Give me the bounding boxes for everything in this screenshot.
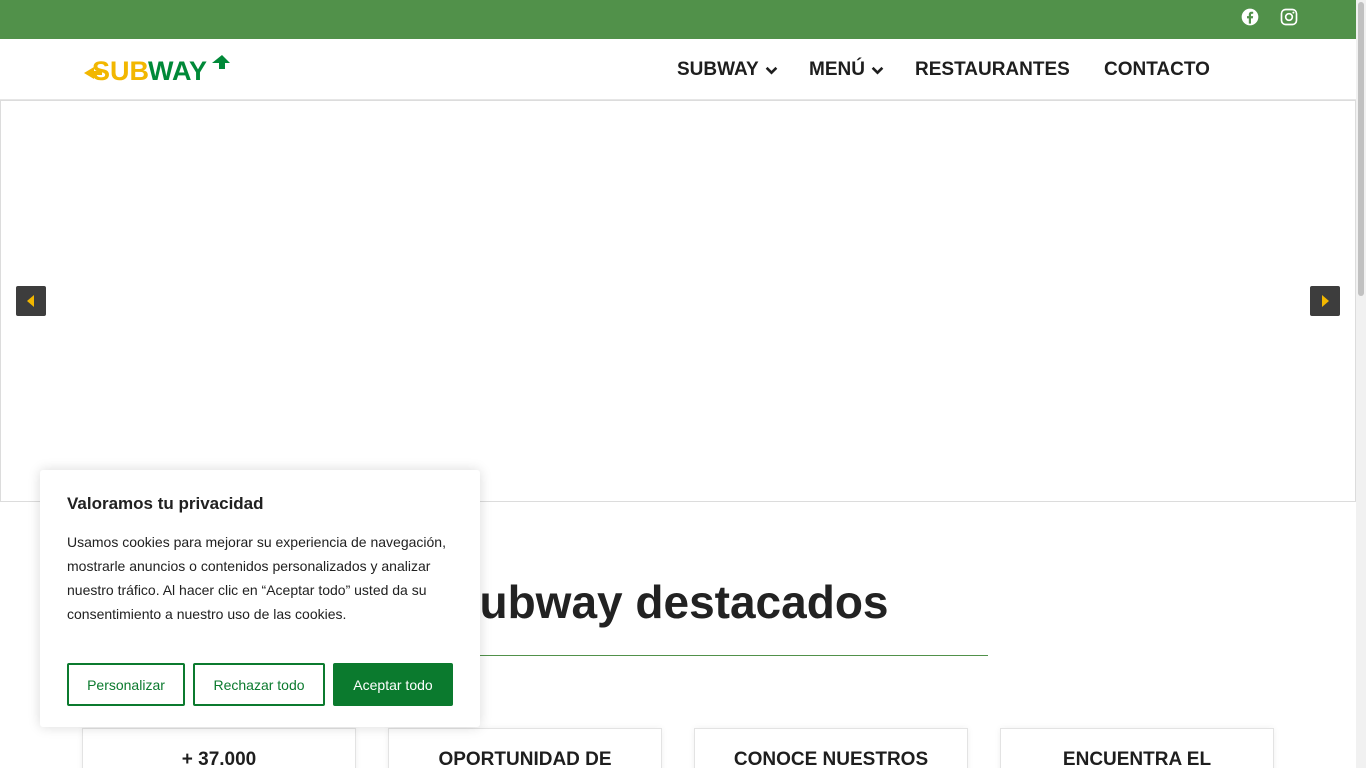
accept-all-button[interactable]: Aceptar todo (333, 663, 453, 706)
cookie-consent-banner: Valoramos tu privacidad Usamos cookies p… (40, 470, 480, 727)
facebook-icon[interactable] (1240, 7, 1260, 27)
nav-label: CONTACTO (1104, 59, 1210, 80)
slider-next-button[interactable] (1310, 286, 1340, 316)
chevron-down-icon (765, 66, 777, 75)
reject-all-button[interactable]: Rechazar todo (193, 663, 325, 706)
caret-right-icon (1322, 295, 1329, 307)
instagram-icon[interactable] (1279, 7, 1299, 27)
scrollbar-thumb[interactable] (1358, 2, 1364, 296)
hero-slider (0, 100, 1356, 502)
nav-label: MENÚ (809, 59, 865, 80)
top-bar (0, 0, 1356, 39)
logo-text-way: WAY (148, 56, 207, 85)
caret-left-icon (27, 295, 34, 307)
chevron-down-icon (871, 66, 884, 75)
feature-card[interactable]: ENCUENTRA EL (1000, 728, 1274, 768)
nav-item-menu[interactable]: MENÚ (809, 59, 884, 81)
nav-item-contacto[interactable]: CONTACTO (1104, 59, 1210, 81)
subway-logo[interactable]: SUB WAY (82, 53, 232, 85)
logo-text-sub: SUB (92, 56, 149, 85)
page-scrollbar[interactable] (1356, 0, 1366, 768)
nav-label: RESTAURANTES (915, 59, 1070, 80)
nav-label: SUBWAY (677, 59, 759, 80)
nav-item-restaurantes[interactable]: RESTAURANTES (915, 59, 1070, 81)
site-header: SUB WAY SUBWAY MENÚ RESTAURANTES CONTACT… (0, 39, 1356, 100)
slider-prev-button[interactable] (16, 286, 46, 316)
customize-button[interactable]: Personalizar (67, 663, 185, 706)
nav-item-subway[interactable]: SUBWAY (677, 59, 778, 81)
cookie-title: Valoramos tu privacidad (67, 494, 264, 513)
cookie-actions: Personalizar Rechazar todo Aceptar todo (67, 663, 453, 706)
feature-card[interactable]: + 37.000 (82, 728, 356, 768)
page: SUB WAY SUBWAY MENÚ RESTAURANTES CONTACT… (0, 0, 1366, 768)
cookie-description: Usamos cookies para mejorar su experienc… (67, 534, 446, 622)
feature-card[interactable]: CONOCE NUESTROS (694, 728, 968, 768)
feature-card[interactable]: OPORTUNIDAD DE (388, 728, 662, 768)
